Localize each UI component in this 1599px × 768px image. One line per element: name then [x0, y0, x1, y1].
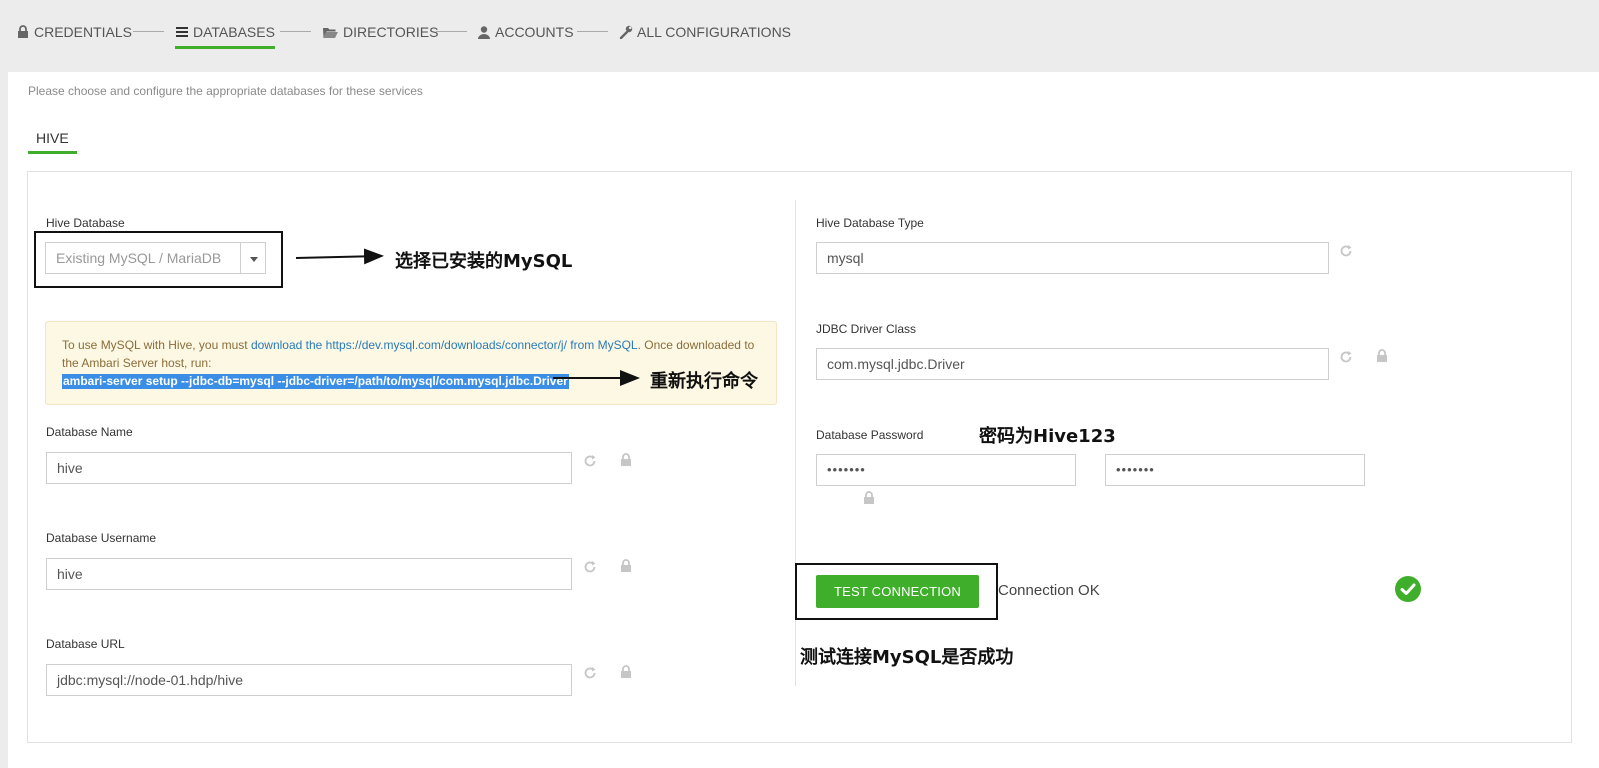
lock-icon[interactable]	[619, 453, 633, 467]
refresh-icon[interactable]	[1339, 244, 1353, 258]
jdbc-driver-class-input[interactable]: com.mysql.jdbc.Driver	[816, 348, 1329, 380]
step-directories[interactable]: DIRECTORIES	[322, 22, 438, 42]
step-separator	[133, 31, 164, 32]
annotation-password-note: 密码为Hive123	[979, 426, 1116, 447]
annotation-select-mysql: 选择已安装的MySQL	[395, 251, 573, 272]
dropdown-caret-button[interactable]	[240, 242, 266, 274]
lock-icon[interactable]	[619, 665, 633, 679]
refresh-icon[interactable]	[1339, 350, 1353, 364]
warning-text-prefix: To use MySQL with Hive, you must	[62, 338, 251, 352]
annotation-rerun-command: 重新执行命令	[650, 371, 758, 392]
setup-command-text[interactable]: ambari-server setup --jdbc-db=mysql --jd…	[62, 374, 569, 389]
step-separator	[577, 31, 608, 32]
database-password-confirm-input[interactable]: •••••••	[1105, 454, 1365, 486]
test-connection-button[interactable]: TEST CONNECTION	[816, 575, 979, 608]
hive-database-type-input[interactable]: mysql	[816, 242, 1329, 274]
lock-icon[interactable]	[862, 491, 876, 505]
lock-icon[interactable]	[1375, 349, 1389, 363]
database-password-input[interactable]: •••••••	[816, 454, 1076, 486]
connection-status-text: Connection OK	[998, 582, 1100, 599]
step-label: ACCOUNTS	[495, 24, 574, 40]
jdbc-driver-class-label: JDBC Driver Class	[816, 322, 917, 336]
database-username-label: Database Username	[46, 531, 157, 545]
step-accounts[interactable]: ACCOUNTS	[477, 22, 574, 42]
lock-icon	[18, 25, 28, 38]
refresh-icon[interactable]	[583, 560, 597, 574]
refresh-icon[interactable]	[583, 666, 597, 680]
database-url-input[interactable]: jdbc:mysql://node-01.hdp/hive	[46, 664, 572, 696]
intro-text: Please choose and configure the appropri…	[28, 84, 423, 98]
check-circle-icon	[1395, 576, 1421, 602]
step-label: CREDENTIALS	[34, 24, 133, 40]
database-url-label: Database URL	[46, 637, 125, 651]
step-label: DATABASES	[193, 24, 275, 40]
database-password-label: Database Password	[816, 428, 924, 442]
lock-icon[interactable]	[619, 559, 633, 573]
step-separator	[280, 31, 311, 32]
hive-database-type-label: Hive Database Type	[816, 216, 924, 230]
wizard-steps: CREDENTIALS DATABASES DIRECTORIES ACCOUN…	[0, 0, 1599, 72]
step-credentials[interactable]: CREDENTIALS	[16, 22, 132, 42]
step-label: DIRECTORIES	[343, 24, 439, 40]
annotation-test-note: 测试连接MySQL是否成功	[800, 647, 1014, 668]
refresh-icon[interactable]	[583, 454, 597, 468]
database-list-icon	[176, 27, 188, 37]
database-name-label: Database Name	[46, 425, 133, 439]
column-divider	[795, 200, 796, 686]
hive-database-select[interactable]: Existing MySQL / MariaDB	[45, 242, 266, 274]
step-all-configurations[interactable]: ALL CONFIGURATIONS	[619, 22, 791, 42]
hive-database-value[interactable]: Existing MySQL / MariaDB	[45, 242, 241, 274]
step-separator	[436, 31, 467, 32]
database-username-input[interactable]: hive	[46, 558, 572, 590]
tab-hive[interactable]: HIVE	[28, 130, 77, 154]
hive-database-label: Hive Database	[46, 216, 125, 230]
folder-open-icon	[323, 28, 338, 38]
wrench-icon	[619, 25, 633, 39]
step-databases[interactable]: DATABASES	[175, 22, 275, 49]
database-name-input[interactable]: hive	[46, 452, 572, 484]
step-label: ALL CONFIGURATIONS	[637, 24, 792, 40]
user-icon	[478, 26, 490, 39]
connector-download-link[interactable]: download the https://dev.mysql.com/downl…	[251, 338, 638, 352]
